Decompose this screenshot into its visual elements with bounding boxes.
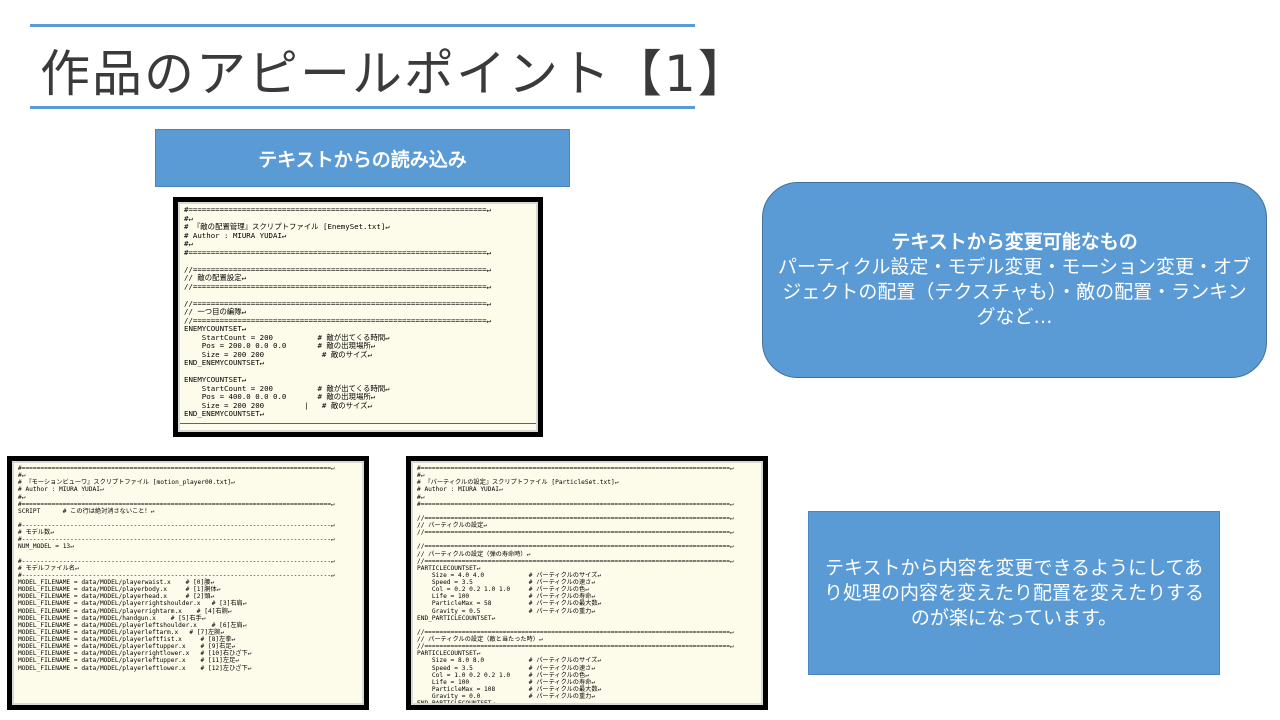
feature-heading: テキストから変更可能なもの [891, 231, 1138, 253]
editor-cursor-line [180, 423, 536, 424]
title-rule-top [30, 24, 695, 27]
particle-script-editor: #=======================================… [411, 461, 763, 705]
section-label: テキストからの読み込み [258, 148, 467, 171]
description-box: テキストから内容を変更できるようにしてあり処理の内容を変えたり配置を変えたりする… [808, 511, 1220, 675]
enemy-script-text: #=======================================… [184, 205, 492, 419]
slide-title: 作品のアピールポイント【1】 [40, 45, 750, 103]
feature-callout: テキストから変更可能なもの パーティクル設定・モデル変更・モーション変更・オブジ… [762, 182, 1267, 378]
description-text: テキストから内容を変更できるようにしてあり処理の内容を変えたり配置を変えたりする… [823, 556, 1204, 629]
enemy-script-editor: #=======================================… [178, 202, 538, 432]
feature-body: パーティクル設定・モデル変更・モーション変更・オブジェクトの配置（テクスチャも）… [778, 256, 1251, 328]
particle-script-text: #=======================================… [417, 465, 734, 705]
section-label-box: テキストからの読み込み [155, 129, 570, 187]
particle-script-screenshot: #=======================================… [406, 456, 768, 710]
motion-script-editor: #=======================================… [12, 461, 364, 705]
enemy-script-screenshot: #=======================================… [173, 197, 543, 437]
title-rule-bottom [30, 106, 695, 109]
motion-script-text: #=======================================… [18, 465, 335, 672]
motion-script-screenshot: #=======================================… [7, 456, 369, 710]
